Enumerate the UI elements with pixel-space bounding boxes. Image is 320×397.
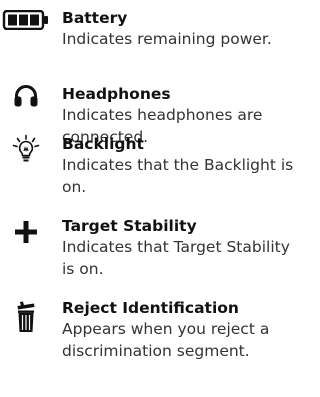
entry-title: Backlight — [62, 135, 144, 153]
backlight-icon — [0, 134, 52, 164]
entry-title: Headphones — [62, 85, 171, 103]
entry-title: Battery — [62, 9, 128, 27]
trash-icon — [0, 300, 52, 334]
entry-description: Indicates that the Backlight is on. — [62, 156, 294, 196]
entry-title: Reject Identification — [62, 299, 239, 317]
target-stability-icon — [0, 220, 52, 244]
entry-description: Indicates that Target Stability is on. — [62, 238, 290, 278]
entry-description: Indicates remaining power. — [62, 30, 272, 48]
entry-description: Appears when you reject a discrimination… — [62, 320, 270, 360]
entry-title: Target Stability — [62, 217, 197, 235]
headphones-icon — [0, 84, 52, 108]
battery-icon — [0, 10, 52, 30]
